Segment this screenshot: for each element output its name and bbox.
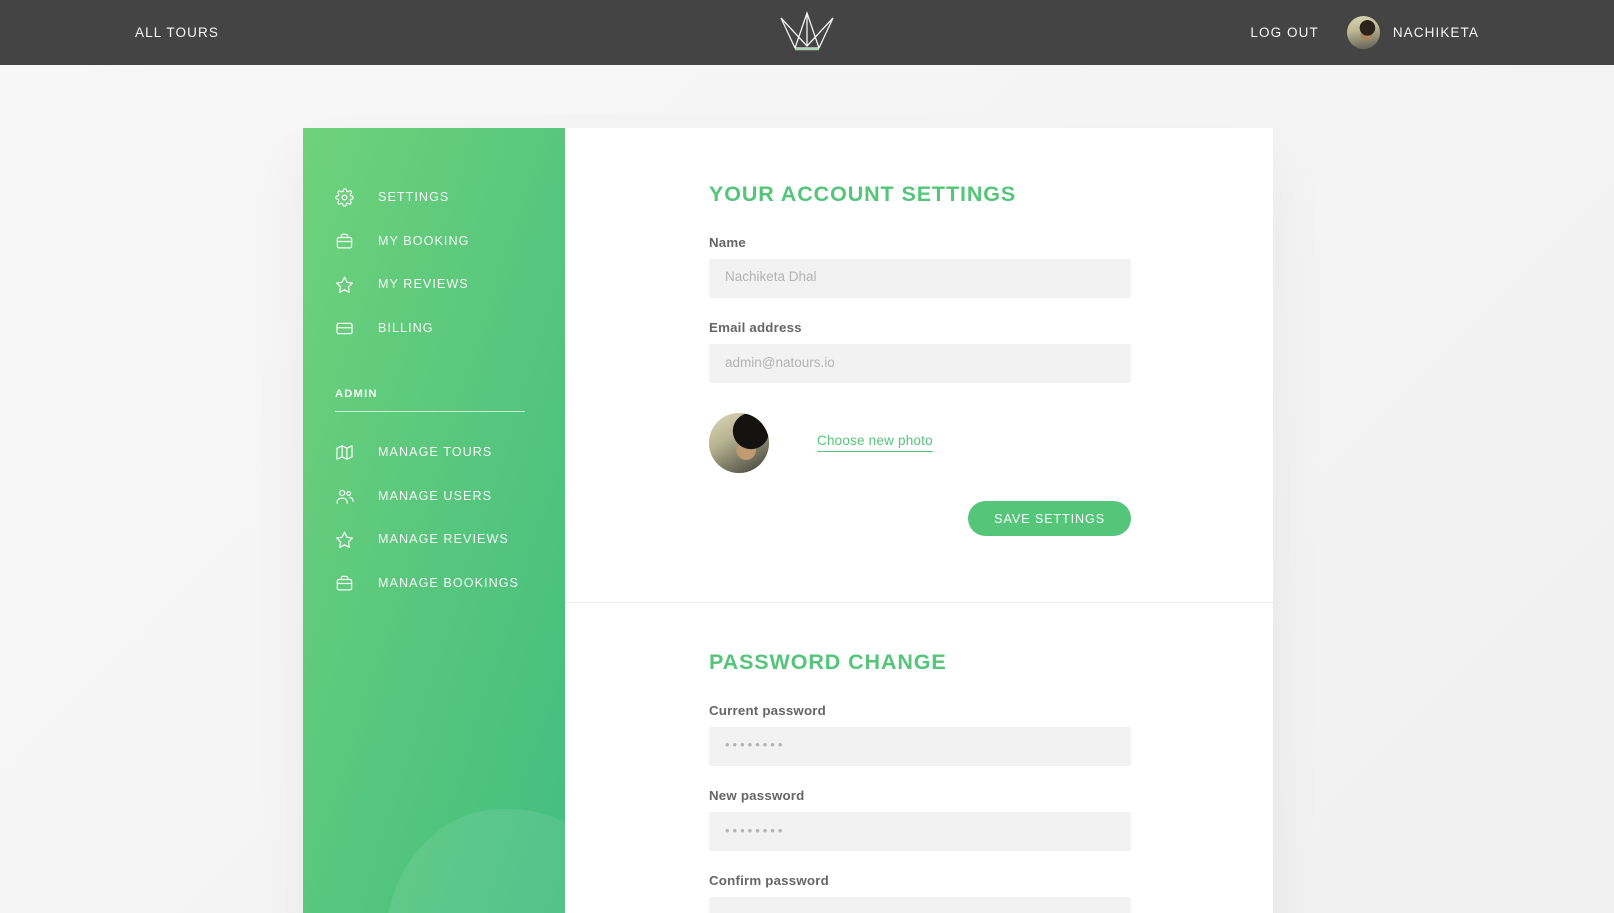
nav-user-link[interactable]: NACHIKETA <box>1346 16 1479 49</box>
credit-card-icon <box>335 319 354 338</box>
avatar <box>709 413 769 474</box>
name-label: Name <box>709 234 747 250</box>
briefcase-icon <box>335 574 354 593</box>
map-icon <box>335 443 354 462</box>
email-input[interactable] <box>709 344 1131 384</box>
sidebar-item-label: MY BOOKING <box>378 233 470 248</box>
sidebar-admin-nav: MANAGE TOURS MANAGE USERS MANAGE REVIEWS… <box>303 431 565 605</box>
users-icon <box>335 487 354 506</box>
star-icon <box>335 275 354 294</box>
sidebar-admin-gap <box>303 412 565 431</box>
name-input[interactable] <box>709 258 1131 298</box>
nav-right-group: LOG OUT NACHIKETA <box>1250 16 1479 49</box>
photo-upload-row: Choose new photo <box>709 413 1273 474</box>
nav-all-tours-link[interactable]: ALL TOURS <box>135 26 219 40</box>
sidebar-item-label: MANAGE BOOKINGS <box>378 575 520 590</box>
sidebar-item-label: SETTINGS <box>378 190 450 205</box>
sidebar-admin-heading-label: ADMIN <box>335 388 378 400</box>
sidebar-item-label: MY REVIEWS <box>378 277 469 292</box>
email-form-group: Email address <box>709 319 1273 384</box>
password-section-title: PASSWORD CHANGE <box>709 650 947 675</box>
sidebar-item-settings[interactable]: SETTINGS <box>303 176 565 220</box>
new-password-form-group: New password <box>709 787 1273 852</box>
nav-left-group: ALL TOURS <box>135 26 219 40</box>
nav-user-name: NACHIKETA <box>1392 24 1479 40</box>
sidebar-item-my-reviews[interactable]: MY REVIEWS <box>303 263 565 307</box>
confirm-password-input[interactable] <box>709 897 1131 913</box>
logout-button[interactable]: LOG OUT <box>1250 26 1318 40</box>
account-card: SETTINGS MY BOOKING MY REVIEWS BILLING A… <box>303 128 1273 913</box>
gear-icon <box>335 188 354 208</box>
settings-content: YOUR ACCOUNT SETTINGS Name Email address… <box>565 128 1273 913</box>
new-password-input[interactable] <box>709 812 1131 852</box>
app-page: ALL TOURS LOG OUT NACHIKETA SETTINGS MY … <box>0 0 1614 913</box>
confirm-password-label: Confirm password <box>709 873 829 889</box>
briefcase-icon <box>335 232 354 251</box>
sidebar-item-my-booking[interactable]: MY BOOKING <box>303 220 565 264</box>
natours-logo-icon[interactable] <box>776 8 838 56</box>
choose-new-photo-button[interactable]: Choose new photo <box>817 434 933 452</box>
sidebar-user-nav: SETTINGS MY BOOKING MY REVIEWS BILLING <box>303 176 565 350</box>
page-title: YOUR ACCOUNT SETTINGS <box>709 182 1017 206</box>
sidebar-item-billing[interactable]: BILLING <box>303 307 565 351</box>
save-settings-button[interactable]: SAVE SETTINGS <box>968 501 1131 537</box>
top-navigation: ALL TOURS LOG OUT NACHIKETA <box>0 0 1614 65</box>
sidebar-decorative-blob <box>385 809 565 913</box>
name-form-group: Name <box>709 234 1273 298</box>
sidebar-item-manage-tours[interactable]: MANAGE TOURS <box>303 431 565 475</box>
sidebar-item-label: MANAGE USERS <box>378 488 493 503</box>
current-password-input[interactable] <box>709 726 1131 766</box>
user-sidebar: SETTINGS MY BOOKING MY REVIEWS BILLING A… <box>303 128 565 913</box>
sidebar-item-manage-reviews[interactable]: MANAGE REVIEWS <box>303 518 565 562</box>
sidebar-item-label: MANAGE REVIEWS <box>378 532 509 547</box>
star-icon <box>335 530 354 549</box>
current-password-form-group: Current password <box>709 702 1273 766</box>
email-label: Email address <box>709 319 802 335</box>
sidebar-item-label: BILLING <box>378 320 434 335</box>
save-settings-row: SAVE SETTINGS <box>709 501 1131 574</box>
confirm-password-form-group: Confirm password <box>709 874 1273 913</box>
current-password-label: Current password <box>709 702 826 718</box>
account-settings-section: YOUR ACCOUNT SETTINGS Name Email address… <box>565 128 1273 574</box>
nav-user-avatar <box>1346 16 1380 49</box>
sidebar-item-manage-bookings[interactable]: MANAGE BOOKINGS <box>303 562 565 606</box>
new-password-label: New password <box>709 787 805 803</box>
sidebar-admin-heading: ADMIN <box>335 384 525 412</box>
sidebar-item-manage-users[interactable]: MANAGE USERS <box>303 475 565 519</box>
password-change-section: PASSWORD CHANGE Current password New pas… <box>565 602 1273 913</box>
sidebar-item-label: MANAGE TOURS <box>378 445 493 460</box>
